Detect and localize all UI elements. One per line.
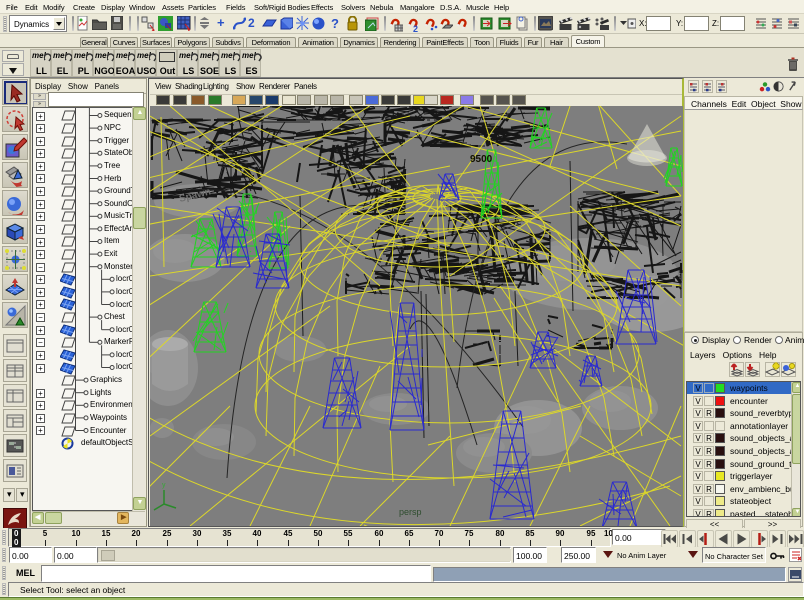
svg-text:2: 2 [413, 24, 418, 32]
svg-text:y: y [162, 482, 166, 489]
svg-text:persp: persp [399, 507, 422, 517]
svg-text:9500: 9500 [470, 154, 493, 165]
